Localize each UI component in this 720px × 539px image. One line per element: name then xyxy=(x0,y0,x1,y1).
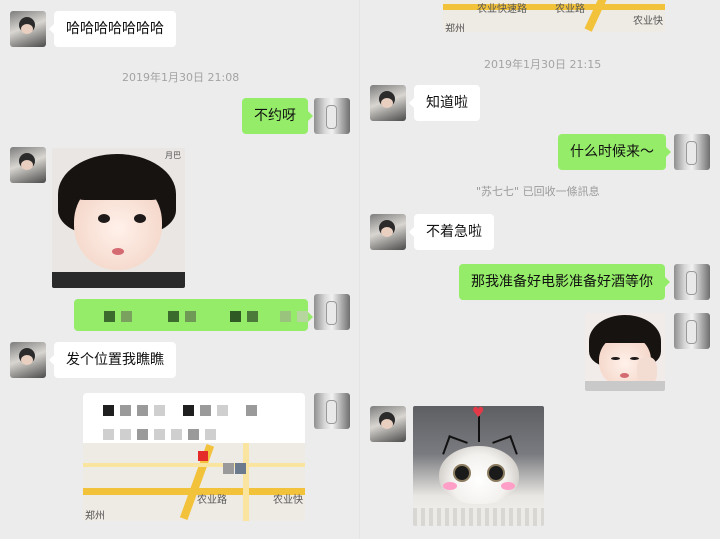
sticker-image-girl[interactable]: 月巴 xyxy=(52,148,185,288)
self-avatar-photo[interactable] xyxy=(314,98,350,134)
contact-avatar-girl[interactable] xyxy=(370,214,406,250)
chat-pane-left: 哈哈哈哈哈哈哈 2019年1月30日 21:08 不约呀 月巴 发个位置我瞧瞧 xyxy=(0,0,360,539)
map-thumbnail: 农业路 农业快 郑州 xyxy=(83,443,305,521)
map-area-label: 郑州 xyxy=(445,24,465,32)
self-avatar-photo[interactable] xyxy=(674,264,710,300)
self-avatar-photo[interactable] xyxy=(314,393,350,429)
map-road-label: 农业快 xyxy=(273,495,303,506)
incoming-message[interactable]: 知道啦 xyxy=(409,85,480,121)
location-card[interactable]: 农业路 农业快 郑州 xyxy=(83,393,305,521)
sticker-image-cat[interactable]: ♥ xyxy=(413,406,544,526)
contact-avatar-girl[interactable] xyxy=(370,85,406,121)
incoming-message[interactable]: 哈哈哈哈哈哈哈 xyxy=(49,11,176,47)
outgoing-message-censored[interactable] xyxy=(74,299,313,331)
self-avatar-photo[interactable] xyxy=(674,313,710,349)
outgoing-message[interactable]: 不约呀 xyxy=(242,98,313,134)
location-card-partial[interactable]: 农业快速路 农业路 农业快 郑州 xyxy=(443,0,665,32)
incoming-message[interactable]: 发个位置我瞧瞧 xyxy=(49,342,176,378)
map-road-label: 农业快速路 xyxy=(477,4,527,15)
sticker-watermark: 月巴 xyxy=(165,151,181,160)
contact-avatar-girl[interactable] xyxy=(10,147,46,183)
map-area-label: 郑州 xyxy=(85,511,105,521)
map-pin-icon xyxy=(198,451,208,461)
map-road-label: 农业路 xyxy=(555,4,585,15)
chat-pane-right: 农业快速路 农业路 农业快 郑州 2019年1月30日 21:15 知道啦 什么… xyxy=(360,0,720,539)
map-road-label: 农业路 xyxy=(197,495,227,506)
contact-avatar-girl[interactable] xyxy=(370,406,406,442)
sticker-image-girl-crying[interactable] xyxy=(585,313,665,391)
timestamp: 2019年1月30日 21:15 xyxy=(484,58,602,71)
map-road-label: 农业快 xyxy=(633,16,663,27)
heart-icon: ♥ xyxy=(472,406,485,421)
outgoing-message[interactable]: 什么时候来～ xyxy=(558,134,671,170)
self-avatar-photo[interactable] xyxy=(674,134,710,170)
contact-avatar-girl[interactable] xyxy=(10,11,46,47)
incoming-message[interactable]: 不着急啦 xyxy=(409,214,494,250)
outgoing-message[interactable]: 那我准备好电影准备好酒等你 xyxy=(459,264,670,300)
timestamp: 2019年1月30日 21:08 xyxy=(122,71,240,84)
contact-avatar-girl[interactable] xyxy=(10,342,46,378)
recall-notice: "苏七七" 已回收一條訊息 xyxy=(476,185,600,198)
self-avatar-photo[interactable] xyxy=(314,294,350,330)
